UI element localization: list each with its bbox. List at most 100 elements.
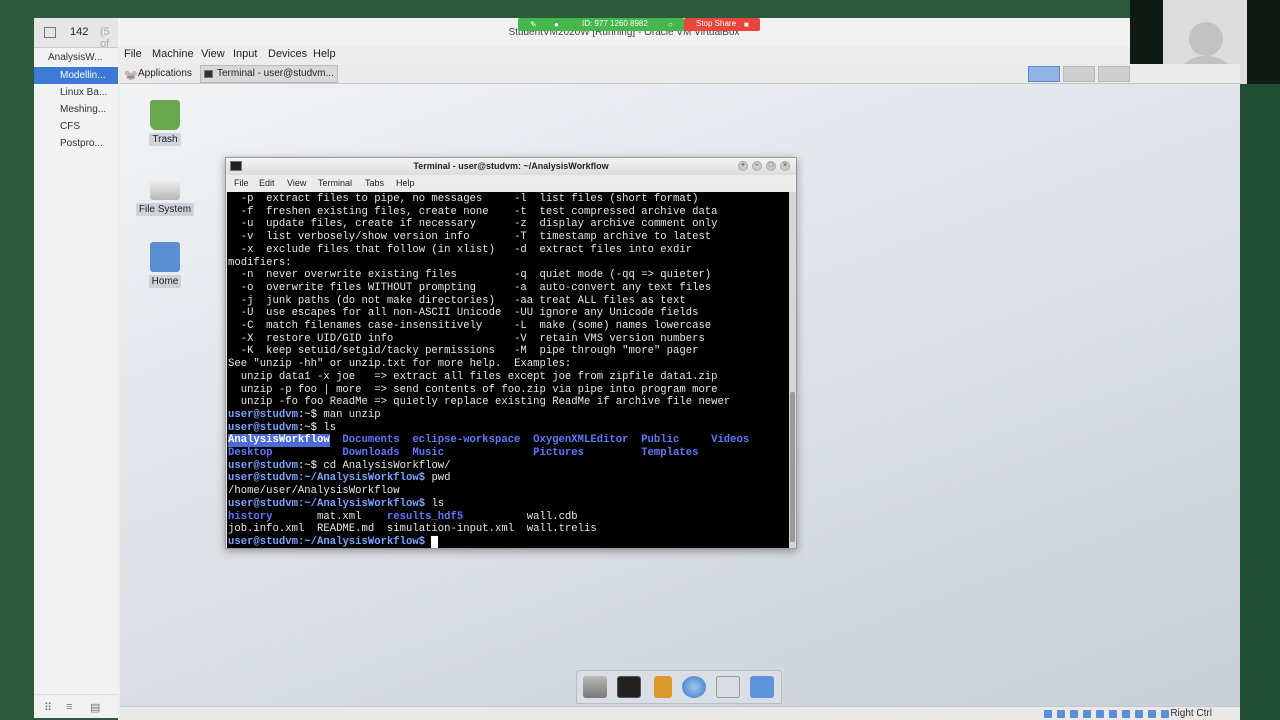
command: pwd: [431, 472, 451, 485]
outline-item[interactable]: AnalysisW...: [34, 49, 120, 66]
terminal-output[interactable]: -p extract files to pipe, no messages -l…: [227, 192, 789, 548]
minimize-icon[interactable]: –: [752, 161, 762, 171]
prompt-user: user@studvm: [228, 421, 298, 434]
list-view-icon[interactable]: ≡: [66, 701, 72, 713]
guest-top-panel: 🐭 Applications Terminal - user@studvm...: [120, 64, 1240, 84]
mouse-integration-icon[interactable]: [1161, 710, 1169, 718]
command: cd AnalysisWorkflow/: [323, 459, 451, 472]
file-entry: job.info.xml: [228, 523, 305, 536]
file-manager-icon[interactable]: [654, 676, 672, 698]
terminal-line: -v list verbosely/show version info -T t…: [228, 231, 712, 244]
dir-entry: Videos: [711, 434, 750, 447]
workspace-3[interactable]: [1098, 66, 1130, 82]
close-icon[interactable]: ×: [780, 161, 790, 171]
terminal-menu-help[interactable]: Help: [396, 178, 415, 188]
outline-item-selected[interactable]: Modellin...: [34, 67, 120, 84]
terminal-line: -K keep setuid/setgid/tacky permissions …: [228, 345, 699, 358]
shield-icon: ●: [554, 20, 559, 29]
stop-share-button[interactable]: Stop Share ■: [684, 18, 760, 31]
audio-status-icon[interactable]: [1070, 710, 1078, 718]
sidebar-toggle-icon[interactable]: [44, 27, 56, 38]
dir-entry: results_hdf5: [386, 510, 464, 523]
stop-share-label: Stop Share: [696, 19, 737, 28]
page-total: (5 of: [100, 26, 110, 50]
dark-region: [1247, 0, 1280, 84]
terminal-window: Terminal - user@studvm: ~/AnalysisWorkfl…: [225, 157, 797, 549]
menu-help[interactable]: Help: [313, 48, 336, 60]
taskbar-label: Terminal - user@studvm...: [217, 68, 334, 79]
drive-icon[interactable]: [583, 676, 607, 698]
maximize-icon[interactable]: □: [766, 161, 776, 171]
recording-status-icon[interactable]: [1135, 710, 1143, 718]
prompt-line: user@studvm:~/AnalysisWorkflow$: [228, 535, 789, 548]
terminal-scrollbar[interactable]: [789, 192, 796, 548]
terminal-line: See "unzip -hh" or unzip.txt for more he…: [228, 358, 572, 371]
outline-item[interactable]: Linux Ba...: [34, 84, 120, 101]
terminal-line: -C match filenames case-insensitively -L…: [228, 320, 712, 333]
mouse-icon: 🐭: [124, 70, 138, 82]
outline-item[interactable]: CFS: [34, 118, 120, 135]
scrollbar-thumb[interactable]: [790, 392, 795, 542]
desktop-icon-trash[interactable]: Trash: [135, 100, 195, 146]
display-status-icon[interactable]: [1122, 710, 1130, 718]
outline-item[interactable]: Postpro...: [34, 135, 120, 152]
dir-entry: Music: [412, 447, 445, 460]
folder-icon[interactable]: [750, 676, 774, 698]
terminal-icon: [230, 161, 242, 171]
terminal-menu-view[interactable]: View: [287, 178, 306, 188]
terminal-line: -x exclude files that follow (in xlist) …: [228, 243, 693, 256]
hdd-status-icon[interactable]: [1044, 710, 1052, 718]
vbox-menubar: File Machine View Input Devices Help: [118, 46, 1130, 64]
terminal-menu-tabs[interactable]: Tabs: [365, 178, 384, 188]
file-entry: simulation-input.xml: [386, 523, 515, 536]
pencil-icon[interactable]: ✎: [530, 20, 537, 29]
text-cursor[interactable]: [431, 535, 438, 548]
terminal-line: -n never overwrite existing files -q qui…: [228, 269, 712, 282]
shared-folder-icon[interactable]: [1109, 710, 1117, 718]
terminal-titlebar[interactable]: Terminal - user@studvm: ~/AnalysisWorkfl…: [226, 158, 796, 175]
search-icon[interactable]: [716, 676, 740, 698]
vbox-statusbar: Right Ctrl: [120, 706, 1240, 720]
cpu-status-icon[interactable]: [1148, 710, 1156, 718]
menu-input[interactable]: Input: [233, 48, 257, 60]
applications-menu[interactable]: 🐭 Applications: [124, 66, 192, 82]
dir-entry: OxygenXMLEditor: [533, 434, 629, 447]
bookmark-icon[interactable]: ▤: [90, 701, 100, 714]
desktop-icon-home[interactable]: Home: [135, 242, 195, 288]
desktop-icon-filesystem[interactable]: File System: [135, 170, 195, 216]
terminal-line: -U use escapes for all non-ASCII Unicode…: [228, 307, 699, 320]
terminal-menu-edit[interactable]: Edit: [259, 178, 275, 188]
circle-icon: ○: [668, 20, 673, 29]
ls-row: job.info.xml README.md simulation-input.xm…: [228, 523, 789, 536]
terminal-line: unzip -p foo | more => send contents of …: [228, 383, 718, 396]
prompt-line: user@studvm:~/AnalysisWorkflow$ ls: [228, 498, 789, 511]
outline-item[interactable]: Meshing...: [34, 101, 120, 118]
menu-file[interactable]: File: [124, 48, 142, 60]
terminal-menu-terminal[interactable]: Terminal: [318, 178, 352, 188]
window-menu-icon[interactable]: +: [738, 161, 748, 171]
workspace-1[interactable]: [1028, 66, 1060, 82]
dir-entry: Documents: [342, 434, 400, 447]
desktop-label: Trash: [149, 133, 181, 146]
optical-status-icon[interactable]: [1057, 710, 1065, 718]
menu-devices[interactable]: Devices: [268, 48, 307, 60]
pwd-output: /home/user/AnalysisWorkflow: [228, 485, 400, 498]
workspace-2[interactable]: [1063, 66, 1095, 82]
prompt-path: :~/AnalysisWorkflow$: [297, 497, 432, 510]
host-bottom-toolbar: ⠿ ≡ ▤: [34, 694, 120, 718]
page-number[interactable]: 142: [70, 26, 88, 38]
grid-view-icon[interactable]: ⠿: [44, 701, 52, 714]
usb-status-icon[interactable]: [1096, 710, 1104, 718]
menu-machine[interactable]: Machine: [152, 48, 194, 60]
dir-entry: Desktop: [228, 447, 273, 460]
network-status-icon[interactable]: [1083, 710, 1091, 718]
browser-icon[interactable]: [682, 676, 706, 698]
prompt-user: user@studvm: [228, 408, 298, 421]
prompt-line: user@studvm:~$ man unzip: [228, 409, 789, 422]
taskbar-terminal[interactable]: Terminal - user@studvm...: [200, 65, 338, 83]
dir-entry: Templates: [641, 447, 699, 460]
terminal-menubar: File Edit View Terminal Tabs Help: [226, 175, 796, 191]
terminal-icon[interactable]: [617, 676, 641, 698]
terminal-menu-file[interactable]: File: [234, 178, 249, 188]
menu-view[interactable]: View: [201, 48, 225, 60]
